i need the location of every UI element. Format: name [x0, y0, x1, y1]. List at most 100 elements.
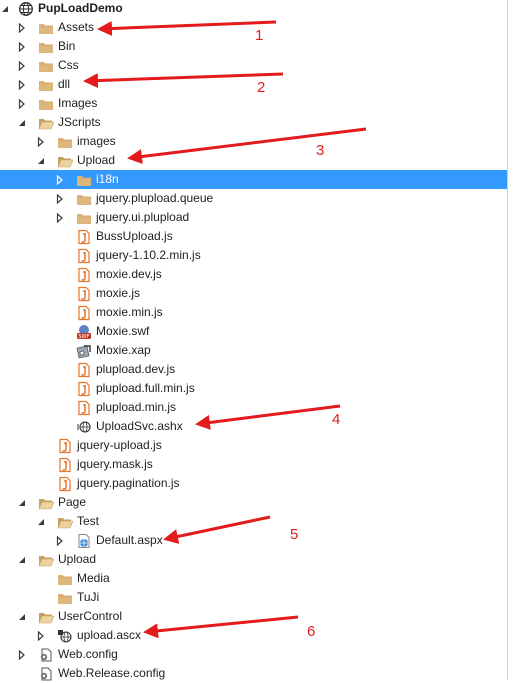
collapsed-arrow-icon[interactable]	[55, 194, 65, 204]
tree-item[interactable]: Images	[0, 94, 507, 113]
tree-item[interactable]: moxie.js	[0, 284, 507, 303]
collapsed-arrow-icon[interactable]	[36, 137, 46, 147]
folder-icon	[38, 39, 54, 55]
tree-item-label: Default.aspx	[96, 533, 163, 547]
tree-item-label: jquery-1.10.2.min.js	[96, 248, 201, 262]
expanded-arrow-icon[interactable]	[17, 498, 27, 508]
tree-item[interactable]: plupload.dev.js	[0, 360, 507, 379]
collapsed-arrow-icon[interactable]	[55, 213, 65, 223]
collapsed-arrow-icon[interactable]	[17, 80, 27, 90]
tree-item[interactable]: jquery-1.10.2.min.js	[0, 246, 507, 265]
collapsed-arrow-icon[interactable]	[55, 175, 65, 185]
aspx-file-icon	[76, 533, 92, 549]
tree-item-label: plupload.min.js	[96, 400, 177, 414]
tree-item[interactable]: plupload.min.js	[0, 398, 507, 417]
tree-item[interactable]: Upload	[0, 151, 507, 170]
tree-item-label: Moxie.xap	[96, 343, 151, 357]
expanded-arrow-icon[interactable]	[17, 612, 27, 622]
folder-icon	[57, 134, 73, 150]
tree-item-label: Moxie.swf	[96, 324, 150, 338]
tree-item[interactable]: Media	[0, 569, 507, 588]
tree-item[interactable]: moxie.dev.js	[0, 265, 507, 284]
tree-item[interactable]: moxie.min.js	[0, 303, 507, 322]
expanded-arrow-icon[interactable]	[17, 555, 27, 565]
tree-item[interactable]: UserControl	[0, 607, 507, 626]
tree-item[interactable]: jquery.plupload.queue	[0, 189, 507, 208]
js-file-icon	[57, 438, 73, 454]
tree-item-label: TuJi	[77, 590, 100, 604]
tree-item[interactable]: Test	[0, 512, 507, 531]
collapsed-arrow-icon[interactable]	[17, 42, 27, 52]
tree-item[interactable]: Web.config	[0, 645, 507, 664]
tree-item[interactable]: i18n	[0, 170, 507, 189]
tree-item-label: JScripts	[58, 115, 101, 129]
svg-text:SWF: SWF	[79, 334, 90, 340]
tree-item[interactable]: Bin	[0, 37, 507, 56]
folder-icon	[57, 571, 73, 587]
tree-item-label: dll	[58, 77, 71, 91]
tree-item[interactable]: Page	[0, 493, 507, 512]
js-file-icon	[76, 267, 92, 283]
js-file-icon	[76, 229, 92, 245]
tree-item[interactable]: plupload.full.min.js	[0, 379, 507, 398]
tree-item-label: jquery.pagination.js	[77, 476, 180, 490]
collapsed-arrow-icon[interactable]	[17, 650, 27, 660]
solution-explorer-tree: PupLoadDemo Assets Bin Css dll Images JScripts…	[0, 0, 507, 683]
tree-item-label: Images	[58, 96, 98, 110]
tree-item[interactable]: Web.Release.config	[0, 664, 507, 683]
js-file-icon	[57, 476, 73, 492]
collapsed-arrow-icon[interactable]	[55, 536, 65, 546]
folder-open-icon	[57, 153, 73, 169]
tree-item[interactable]: Css	[0, 56, 507, 75]
expanded-arrow-icon[interactable]	[36, 517, 46, 527]
tree-item[interactable]: TuJi	[0, 588, 507, 607]
tree-item[interactable]: images	[0, 132, 507, 151]
expanded-arrow-icon[interactable]	[36, 156, 46, 166]
tree-item-label: Bin	[58, 39, 76, 53]
expanded-arrow-icon[interactable]	[0, 4, 10, 14]
collapsed-arrow-icon[interactable]	[17, 99, 27, 109]
tree-item[interactable]: BussUpload.js	[0, 227, 507, 246]
panel-divider	[507, 0, 508, 680]
folder-icon	[38, 77, 54, 93]
folder-open-icon	[38, 495, 54, 511]
folder-open-icon	[38, 609, 54, 625]
tree-item-label: jquery.ui.plupload	[96, 210, 190, 224]
js-file-icon	[57, 457, 73, 473]
tree-item-label: Test	[77, 514, 100, 528]
tree-item[interactable]: Moxie.xap	[0, 341, 507, 360]
tree-item[interactable]: Assets	[0, 18, 507, 37]
expanded-arrow-icon[interactable]	[17, 118, 27, 128]
collapsed-arrow-icon[interactable]	[17, 61, 27, 71]
tree-item-label: plupload.full.min.js	[96, 381, 195, 395]
tree-item[interactable]: JScripts	[0, 113, 507, 132]
tree-item[interactable]: jquery.ui.plupload	[0, 208, 507, 227]
tree-item-label: moxie.dev.js	[96, 267, 162, 281]
js-file-icon	[76, 248, 92, 264]
tree-item-label: Page	[58, 495, 87, 509]
tree-item[interactable]: jquery.pagination.js	[0, 474, 507, 493]
collapsed-arrow-icon[interactable]	[17, 23, 27, 33]
tree-item[interactable]: jquery.mask.js	[0, 455, 507, 474]
folder-open-icon	[38, 115, 54, 131]
folder-icon	[38, 58, 54, 74]
tree-item-label: PupLoadDemo	[38, 1, 123, 15]
tree-item-label: i18n	[96, 172, 119, 186]
tree-item-label: moxie.min.js	[96, 305, 163, 319]
folder-icon	[76, 191, 92, 207]
collapsed-arrow-icon[interactable]	[36, 631, 46, 641]
tree-item[interactable]: PupLoadDemo	[0, 0, 507, 18]
tree-item[interactable]: UploadSvc.ashx	[0, 417, 507, 436]
tree-item-label: jquery.mask.js	[77, 457, 153, 471]
tree-item-label: BussUpload.js	[96, 229, 173, 243]
tree-item[interactable]: dll	[0, 75, 507, 94]
tree-item[interactable]: jquery-upload.js	[0, 436, 507, 455]
tree-item-label: Web.Release.config	[58, 666, 166, 680]
tree-item[interactable]: Default.aspx	[0, 531, 507, 550]
ashx-file-icon	[76, 419, 92, 435]
tree-item[interactable]: Upload	[0, 550, 507, 569]
tree-item-label: jquery.plupload.queue	[96, 191, 214, 205]
folder-open-icon	[57, 514, 73, 530]
tree-item[interactable]: SWF Moxie.swf	[0, 322, 507, 341]
tree-item[interactable]: upload.ascx	[0, 626, 507, 645]
